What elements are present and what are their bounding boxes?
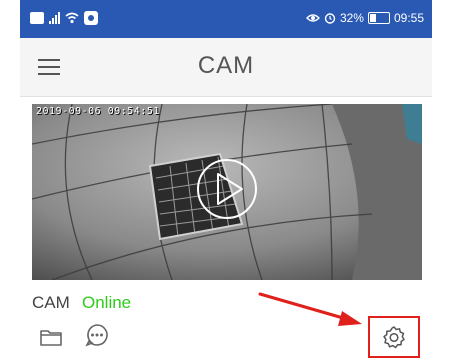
app-header: CAM <box>20 38 432 96</box>
app-notification-icon <box>84 11 98 25</box>
camera-frame-image <box>32 104 422 280</box>
app-screen: 32% 09:55 CAM 2019-09-06 09:54:51 CAM On… <box>20 0 432 362</box>
battery-percent: 32% <box>339 11 364 25</box>
message-icon[interactable] <box>82 322 112 348</box>
eye-comfort-icon <box>305 14 320 22</box>
settings-icon[interactable] <box>379 324 409 350</box>
camera-status: Online <box>82 293 132 312</box>
status-bar: 32% 09:55 <box>20 0 432 38</box>
video-timestamp: 2019-09-06 09:54:51 <box>36 106 160 117</box>
camera-name: CAM <box>32 293 70 312</box>
header-divider <box>20 96 432 97</box>
signal-icon <box>49 12 60 24</box>
clock: 09:55 <box>393 11 424 25</box>
battery-icon <box>367 12 390 24</box>
hd-icon <box>30 12 44 24</box>
status-left-icons <box>30 11 98 25</box>
camera-preview[interactable]: 2019-09-06 09:54:51 <box>32 104 422 280</box>
page-title: CAM <box>197 52 255 79</box>
folder-icon[interactable] <box>36 324 66 350</box>
status-right-icons: 32% 09:55 <box>305 11 424 25</box>
alarm-icon <box>324 13 336 24</box>
wifi-icon <box>65 12 79 24</box>
